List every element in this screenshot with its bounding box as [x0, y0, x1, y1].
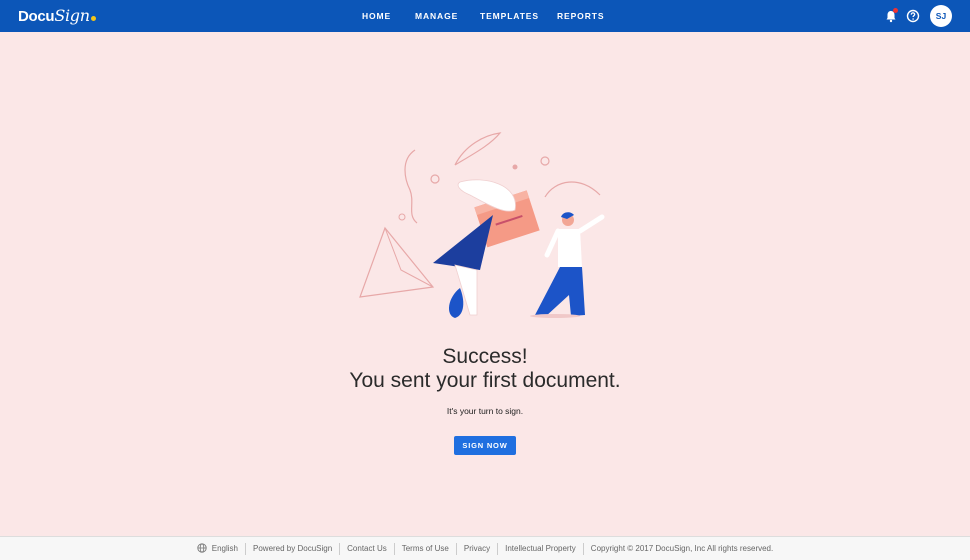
privacy-link[interactable]: Privacy — [455, 543, 497, 555]
turn-to-sign-text: It's your turn to sign. — [446, 406, 524, 416]
nav-templates[interactable]: TEMPLATES — [480, 0, 539, 32]
nav-home[interactable]: HOME — [362, 0, 391, 32]
globe-icon — [197, 543, 207, 553]
success-illustration — [359, 132, 605, 318]
nav-reports[interactable]: REPORTS — [557, 0, 604, 32]
notification-badge — [893, 8, 898, 13]
sign-now-button[interactable]: SIGN NOW — [454, 436, 516, 455]
language-selector[interactable]: English — [190, 543, 245, 555]
avatar[interactable]: SJ — [930, 5, 952, 27]
success-headline: Success! — [442, 345, 528, 368]
contact-us-link[interactable]: Contact Us — [339, 543, 394, 555]
nav-manage[interactable]: MANAGE — [415, 0, 458, 32]
powered-by-link[interactable]: Powered by DocuSign — [245, 543, 339, 555]
copyright-text: Copyright © 2017 DocuSign, Inc All right… — [582, 543, 780, 555]
logo-dot — [90, 16, 96, 21]
docusign-logo[interactable]: DocuSign — [18, 6, 96, 25]
language-label: English — [211, 544, 238, 553]
help-icon[interactable] — [906, 9, 920, 23]
top-navigation-bar: DocuSign HOME MANAGE TEMPLATES REPORTS S… — [0, 0, 970, 32]
sent-document-headline: You sent your first document. — [349, 369, 621, 392]
footer: English Powered by DocuSign Contact Us T… — [0, 536, 970, 560]
intellectual-property-link[interactable]: Intellectual Property — [497, 543, 583, 555]
terms-of-use-link[interactable]: Terms of Use — [393, 543, 456, 555]
